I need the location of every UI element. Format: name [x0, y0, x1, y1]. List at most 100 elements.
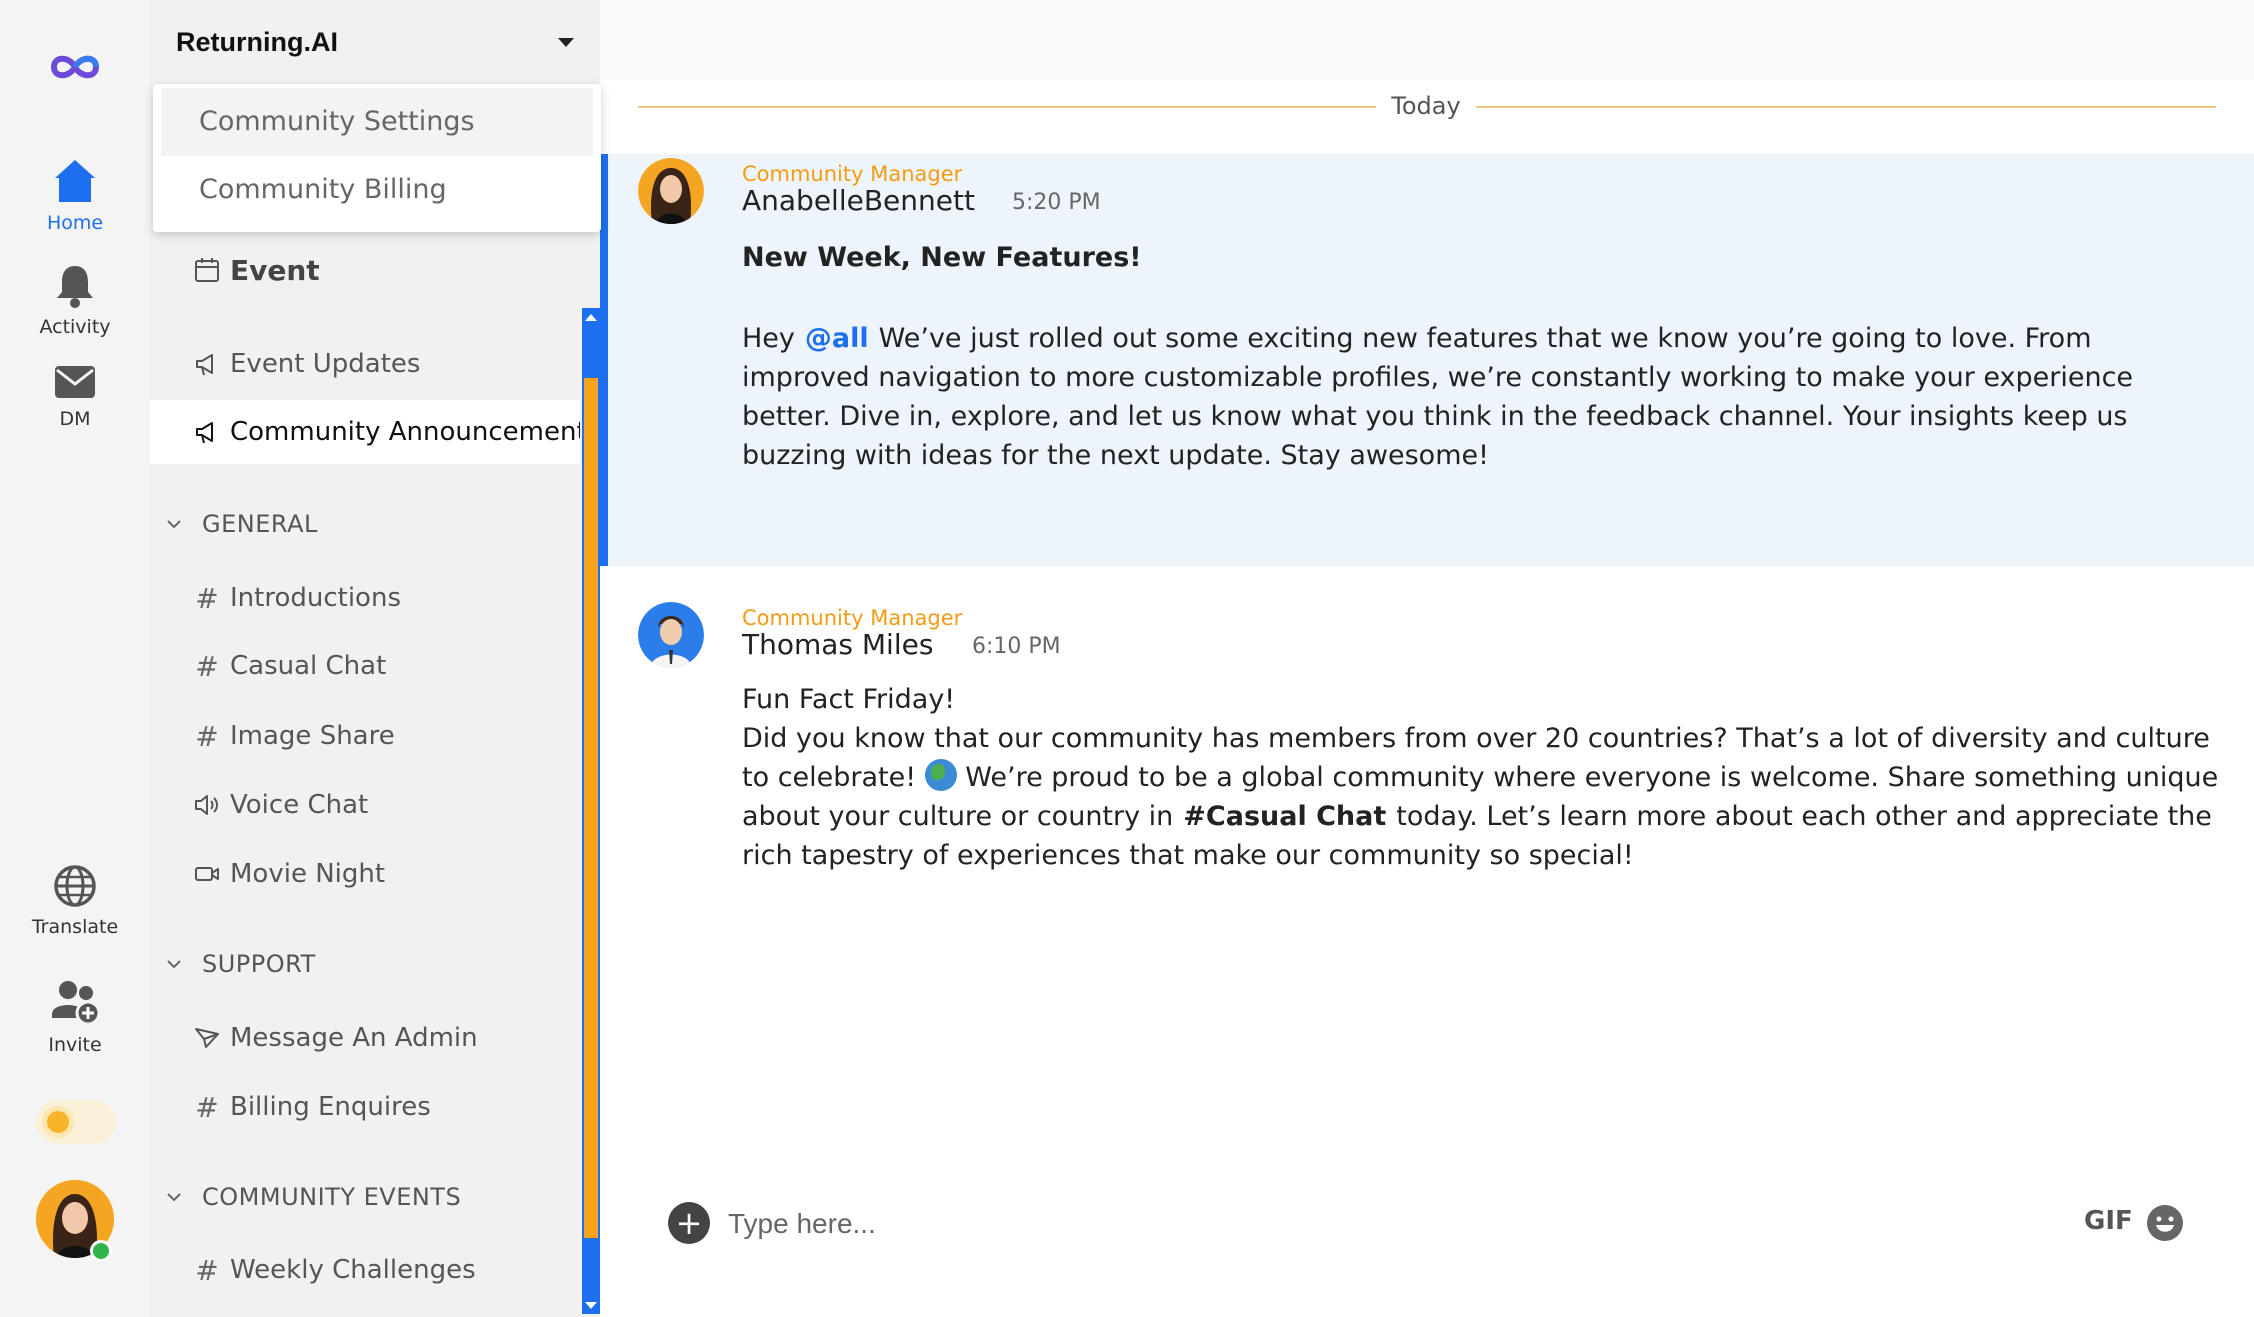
caret-down-icon	[558, 37, 574, 47]
section-title: COMMUNITY EVENTS	[202, 1183, 462, 1211]
nav-activity-label: Activity	[39, 316, 111, 338]
hash-icon: #	[195, 719, 219, 753]
chevron-down-icon	[167, 1193, 181, 1202]
channel-label: Movie Night	[230, 859, 386, 889]
chevron-down-icon	[167, 960, 181, 969]
sun-icon	[42, 1106, 74, 1138]
bell-icon	[57, 266, 93, 308]
date-divider: Today	[638, 92, 2216, 120]
nav-home-button[interactable]: Home	[0, 158, 150, 234]
paper-plane-icon	[194, 1026, 220, 1050]
author-name[interactable]: AnabelleBennett	[742, 184, 975, 217]
channel-label: Event Updates	[230, 349, 421, 379]
mention-all[interactable]: @all	[805, 323, 869, 354]
channel-community-announcements[interactable]: Community Announcements	[150, 400, 580, 464]
message-timestamp: 5:20 PM	[1012, 190, 1101, 215]
sidebar-scrollbar-thumb[interactable]	[584, 378, 598, 1238]
message-greeting: Hey	[742, 323, 795, 354]
megaphone-icon	[194, 351, 220, 377]
channel-reference-link[interactable]: #Casual Chat	[1183, 801, 1386, 832]
channel-label: Message An Admin	[230, 1023, 478, 1053]
date-divider-label: Today	[1391, 92, 1461, 120]
channel-label: Voice Chat	[230, 790, 369, 820]
author-role: Community Manager	[742, 606, 963, 630]
nav-activity-button[interactable]: Activity	[0, 262, 150, 338]
message-body: Fun Fact Friday! Did you know that our c…	[742, 680, 2222, 875]
nav-home-label: Home	[46, 212, 104, 234]
channel-image-share[interactable]: # Image Share	[150, 704, 580, 768]
infinity-logo-icon[interactable]	[48, 52, 102, 86]
channel-label: Community Announcements	[230, 417, 580, 447]
section-title: SUPPORT	[202, 950, 316, 978]
menu-item-community-settings[interactable]: Community Settings	[161, 88, 593, 156]
message-item[interactable]: Community Manager Thomas Miles 6:10 PM F…	[600, 596, 2254, 916]
author-avatar[interactable]	[638, 602, 704, 668]
message-timestamp: 6:10 PM	[972, 634, 1061, 659]
message-input[interactable]	[728, 1196, 1928, 1252]
workspace-dropdown-menu: Community Settings Community Billing	[153, 84, 601, 232]
earth-globe-emoji-icon	[924, 759, 957, 791]
workspace-name: Returning.AI	[176, 26, 338, 57]
hash-icon: #	[195, 1253, 219, 1287]
gif-button[interactable]: GIF	[2084, 1206, 2133, 1236]
hash-icon: #	[195, 1090, 219, 1124]
nav-dm-button[interactable]: DM	[0, 364, 150, 430]
channel-label: Weekly Challenges	[230, 1255, 476, 1285]
nav-invite-button[interactable]: Invite	[0, 980, 150, 1056]
channel-casual-chat[interactable]: # Casual Chat	[150, 634, 580, 698]
channel-label: Billing Enquires	[230, 1092, 431, 1122]
message-feed: Today Community Manager AnabelleBennett …	[600, 0, 2254, 1317]
smiley-emoji-icon[interactable]	[2146, 1204, 2184, 1242]
add-attachment-button[interactable]: +	[668, 1202, 710, 1244]
section-general-header[interactable]: GENERAL	[150, 510, 580, 538]
channel-header	[600, 0, 2254, 80]
channel-movie-night[interactable]: Movie Night	[150, 842, 580, 906]
nav-translate-label: Translate	[31, 916, 119, 938]
message-body: New Week, New Features! Hey @all We’ve jus…	[742, 238, 2222, 475]
hash-icon: #	[195, 581, 219, 615]
scroll-down-arrow-icon[interactable]	[585, 1302, 597, 1309]
section-title: GENERAL	[202, 510, 318, 538]
globe-icon	[54, 865, 96, 907]
message-title: Fun Fact Friday!	[742, 684, 956, 715]
megaphone-icon	[194, 419, 220, 445]
home-icon	[55, 160, 95, 202]
author-role: Community Manager	[742, 162, 963, 186]
add-user-icon	[52, 981, 101, 1026]
author-name[interactable]: Thomas Miles	[742, 628, 933, 661]
scroll-up-arrow-icon[interactable]	[585, 314, 597, 321]
message-text: We’ve just rolled out some exciting new …	[742, 323, 2134, 471]
section-support-header[interactable]: SUPPORT	[150, 950, 580, 978]
message-composer: + GIF	[600, 1182, 2254, 1266]
channel-label: Image Share	[230, 721, 395, 751]
workspace-switcher[interactable]: Returning.AI	[150, 0, 600, 84]
channel-event-updates[interactable]: Event Updates	[150, 332, 580, 396]
message-title: New Week, New Features!	[742, 242, 1142, 273]
channel-weekly-challenges[interactable]: # Weekly Challenges	[150, 1238, 580, 1302]
section-community-events-header[interactable]: COMMUNITY EVENTS	[150, 1183, 580, 1211]
sidebar-item-label: Event	[230, 253, 320, 287]
sidebar-item-event[interactable]: Event	[150, 238, 580, 302]
nav-invite-label: Invite	[48, 1034, 102, 1056]
calendar-icon	[194, 257, 220, 283]
plus-icon: +	[675, 1204, 703, 1242]
channel-voice-chat[interactable]: Voice Chat	[150, 773, 580, 837]
channel-label: Introductions	[230, 583, 401, 613]
channel-billing-enquires[interactable]: # Billing Enquires	[150, 1075, 580, 1139]
theme-toggle[interactable]	[36, 1100, 116, 1144]
app-rail: Home Activity DM Translate Invite	[0, 0, 150, 1317]
chevron-down-icon	[167, 520, 181, 529]
channel-label: Casual Chat	[230, 651, 387, 681]
channel-introductions[interactable]: # Introductions	[150, 566, 580, 630]
nav-translate-button[interactable]: Translate	[0, 864, 150, 938]
menu-item-community-billing[interactable]: Community Billing	[161, 156, 593, 224]
nav-dm-label: DM	[59, 408, 91, 430]
envelope-icon	[55, 366, 95, 398]
message-item[interactable]: Community Manager AnabelleBennett 5:20 P…	[600, 154, 2254, 566]
author-avatar[interactable]	[638, 158, 704, 224]
video-camera-icon	[194, 864, 220, 884]
online-status-indicator	[90, 1240, 112, 1262]
hash-icon: #	[195, 649, 219, 683]
speaker-icon	[194, 793, 220, 817]
channel-message-an-admin[interactable]: Message An Admin	[150, 1006, 580, 1070]
